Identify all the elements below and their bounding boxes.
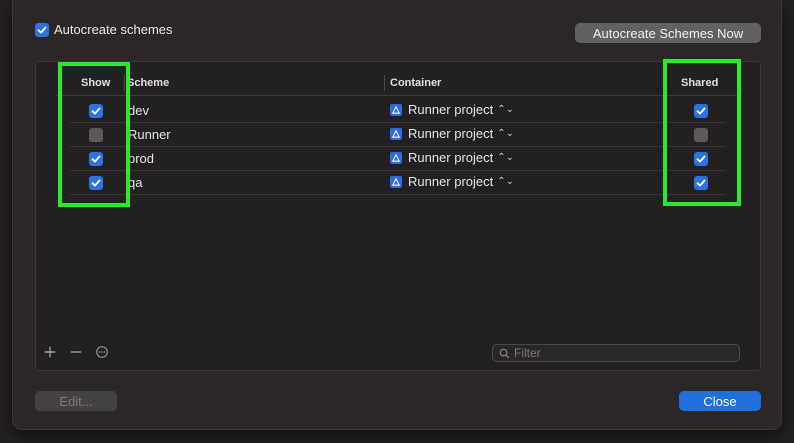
checkmark-icon (696, 107, 706, 115)
table-header: Show Scheme Container Shared (56, 70, 740, 96)
close-button[interactable]: Close (679, 391, 761, 411)
show-checkbox[interactable] (89, 128, 103, 142)
checkmark-icon (91, 107, 101, 115)
container-popup[interactable]: Runner project ⌃⌄ (390, 102, 514, 117)
column-separator (664, 75, 665, 91)
checkmark-icon (696, 179, 706, 187)
filter-field[interactable] (492, 344, 740, 362)
shared-checkbox[interactable] (694, 104, 708, 118)
autocreate-schemes-now-button[interactable]: Autocreate Schemes Now (575, 23, 761, 43)
filter-input[interactable] (514, 346, 724, 360)
app-project-icon (390, 103, 402, 116)
checkmark-icon (91, 179, 101, 187)
schemes-table-panel: Show Scheme Container Shared dev Runner … (35, 61, 761, 371)
chevron-updown-icon: ⌃⌄ (497, 104, 515, 115)
container-name: Runner project (408, 174, 494, 189)
scheme-name: qa (128, 175, 143, 190)
shared-checkbox[interactable] (694, 176, 708, 190)
column-separator (384, 75, 385, 91)
checkmark-icon (37, 26, 47, 34)
table-row[interactable]: Runner Runner project ⌃⌄ (70, 123, 726, 147)
manage-schemes-sheet: Autocreate schemes Autocreate Schemes No… (12, 0, 782, 430)
container-name: Runner project (408, 102, 494, 117)
app-project-icon (390, 127, 402, 140)
plus-icon[interactable] (42, 344, 58, 360)
edit-button[interactable]: Edit... (35, 391, 117, 411)
search-icon (499, 348, 510, 358)
show-checkbox[interactable] (89, 176, 103, 190)
checkmark-icon (91, 155, 101, 163)
scheme-name: dev (128, 103, 149, 118)
chevron-updown-icon: ⌃⌄ (497, 176, 515, 187)
scheme-name: Runner (128, 127, 171, 142)
container-popup[interactable]: Runner project ⌃⌄ (390, 174, 514, 189)
column-header-shared[interactable]: Shared (681, 77, 718, 89)
column-header-container[interactable]: Container (390, 77, 441, 89)
container-popup[interactable]: Runner project ⌃⌄ (390, 150, 514, 165)
column-header-scheme[interactable]: Scheme (127, 77, 169, 89)
table-row[interactable]: prod Runner project ⌃⌄ (70, 147, 726, 171)
show-checkbox[interactable] (89, 152, 103, 166)
minus-icon[interactable] (68, 344, 84, 360)
app-project-icon (390, 175, 402, 188)
autocreate-schemes-checkbox[interactable] (35, 23, 49, 37)
table-row[interactable]: qa Runner project ⌃⌄ (70, 171, 726, 195)
chevron-updown-icon: ⌃⌄ (497, 128, 515, 139)
shared-checkbox[interactable] (694, 152, 708, 166)
column-separator (124, 75, 125, 91)
show-checkbox[interactable] (89, 104, 103, 118)
scheme-name: prod (128, 151, 155, 166)
column-header-show[interactable]: Show (81, 77, 110, 89)
ellipsis-circle-icon[interactable] (94, 344, 110, 360)
table-toolbar (42, 344, 110, 360)
table-row[interactable]: dev Runner project ⌃⌄ (70, 99, 726, 123)
container-name: Runner project (408, 150, 494, 165)
container-popup[interactable]: Runner project ⌃⌄ (390, 126, 514, 141)
chevron-updown-icon: ⌃⌄ (497, 152, 515, 163)
shared-checkbox[interactable] (694, 128, 708, 142)
autocreate-schemes-label: Autocreate schemes (54, 22, 173, 37)
container-name: Runner project (408, 126, 494, 141)
checkmark-icon (696, 155, 706, 163)
app-project-icon (390, 151, 402, 164)
